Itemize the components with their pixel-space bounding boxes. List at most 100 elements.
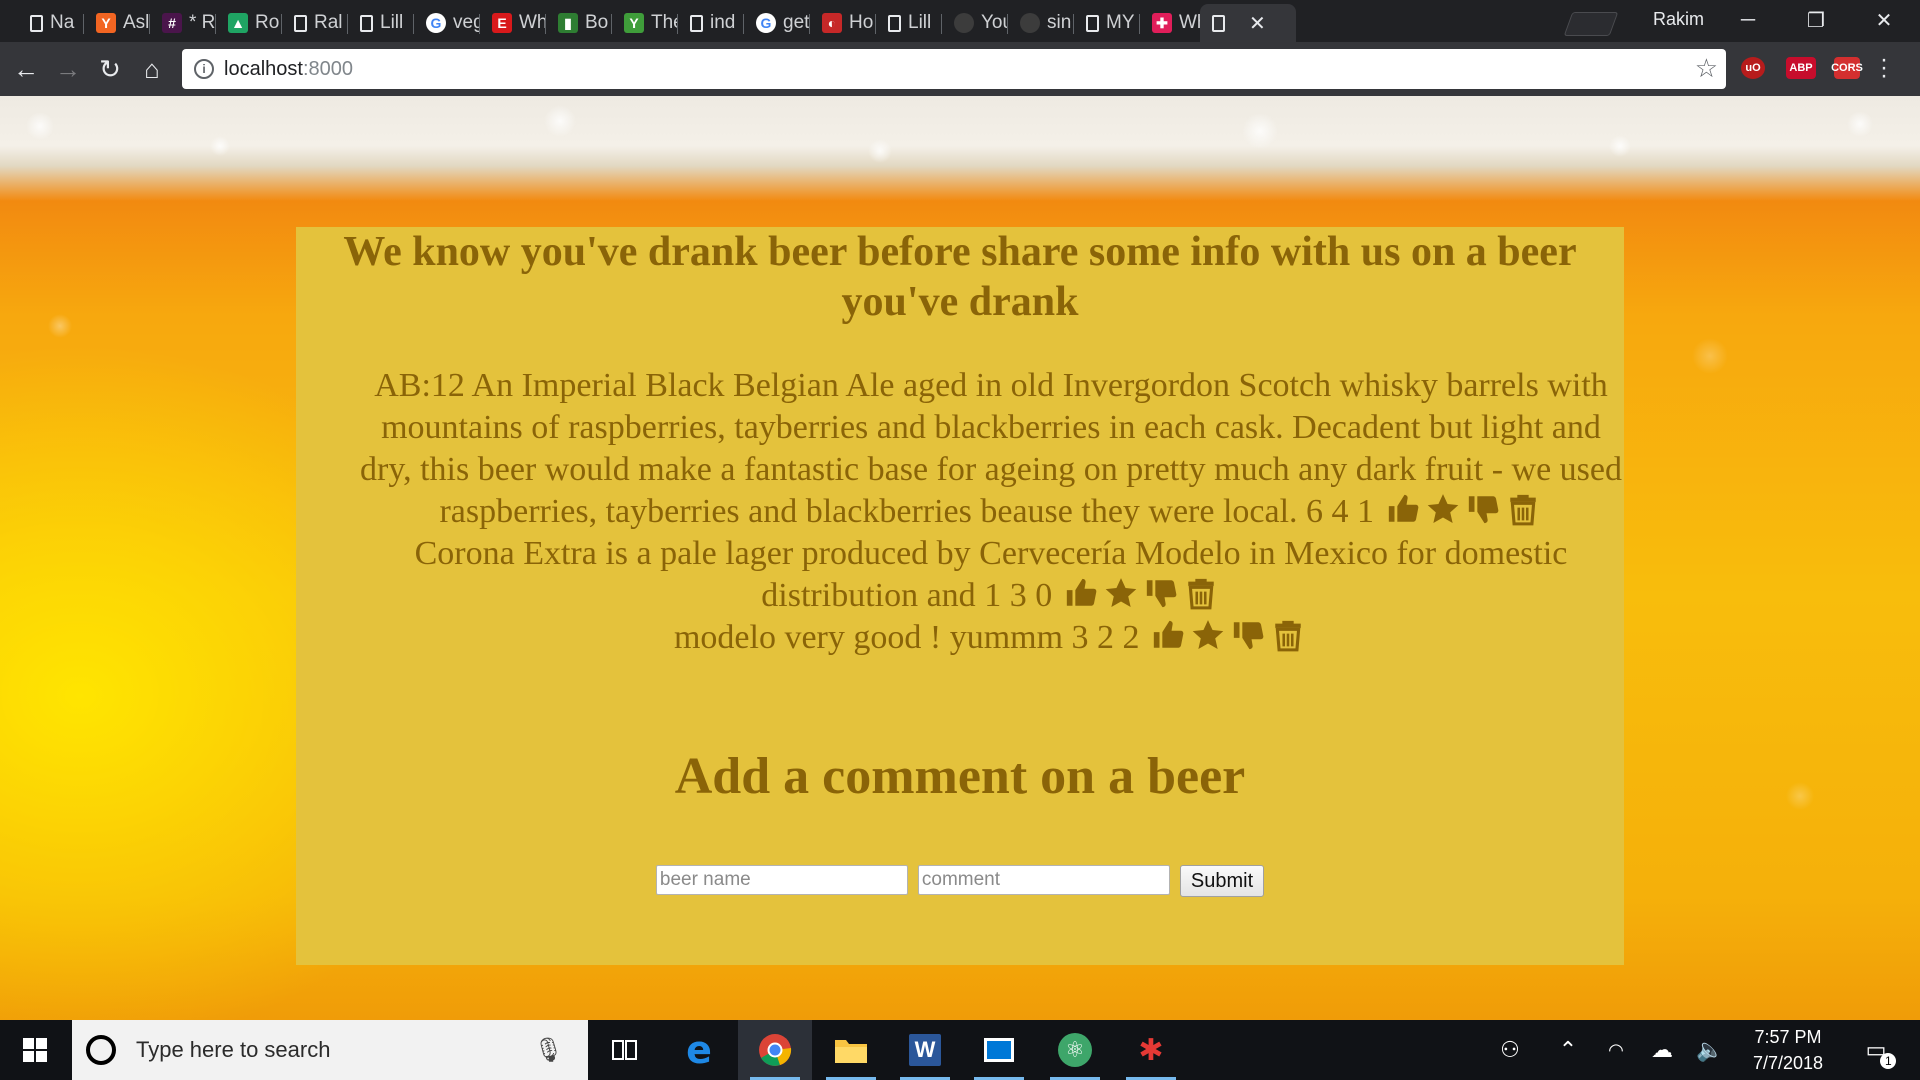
tab-title: Ho [849, 12, 874, 33]
store-icon [984, 1038, 1014, 1062]
tab-title: MY [1106, 12, 1135, 33]
browser-tab[interactable]: Lill [876, 4, 942, 42]
people-button[interactable]: ⚇ [1490, 1020, 1530, 1080]
minimize-button[interactable]: ─ [1718, 4, 1778, 36]
task-view-button[interactable] [588, 1020, 662, 1080]
comment-input[interactable] [917, 865, 1170, 895]
app-taskbar-button[interactable]: ✱ [1114, 1020, 1188, 1080]
forward-button[interactable]: → [50, 51, 86, 87]
restore-icon: ❐ [1807, 9, 1825, 32]
store-taskbar-button[interactable] [962, 1020, 1036, 1080]
browser-tab[interactable]: Ral [282, 4, 348, 42]
trash-icon[interactable] [1506, 492, 1540, 526]
atom-icon: ⚛ [1058, 1033, 1092, 1067]
taskbar: Type here to search 🎙 e W ⚛ ✱ ⚇ ⌃ ◠ ☁ 🔈 … [0, 1020, 1920, 1080]
document-icon [1212, 14, 1225, 32]
start-button[interactable] [0, 1020, 70, 1080]
tab-title: sin [1047, 12, 1072, 33]
chrome-menu-button[interactable]: · · · [1880, 48, 1888, 88]
close-tab-icon[interactable]: ✕ [1249, 11, 1266, 36]
trash-icon[interactable] [1184, 576, 1218, 610]
star-icon[interactable] [1104, 576, 1138, 610]
info-icon[interactable]: i [194, 59, 214, 79]
bottle-icon: ▮ [558, 13, 578, 33]
wifi-icon: ◠ [1608, 1039, 1624, 1060]
thumbs-up-icon[interactable] [1386, 492, 1420, 526]
extension-button[interactable]: ABP [1786, 57, 1816, 79]
profile-name[interactable]: Rakim [1653, 9, 1704, 30]
star-icon[interactable] [1191, 618, 1225, 652]
edge-taskbar-button[interactable]: e [662, 1020, 736, 1080]
browser-tab[interactable]: Y Asl [84, 4, 150, 42]
thumbs-up-icon[interactable] [1064, 576, 1098, 610]
url-port: :8000 [302, 57, 353, 80]
browser-tab[interactable]: You [942, 4, 1008, 42]
file-explorer-taskbar-button[interactable] [814, 1020, 888, 1080]
volume-button[interactable]: 🔈 [1692, 1020, 1728, 1080]
home-button[interactable]: ⌂ [134, 51, 170, 87]
network-button[interactable]: ◠ [1598, 1020, 1634, 1080]
trash-icon[interactable] [1271, 618, 1305, 652]
clock[interactable]: 7:57 PM 7/7/2018 [1738, 1024, 1838, 1076]
page-heading: We know you've drank beer before share s… [343, 229, 1577, 325]
beer-vote-counts: 3 2 2 [1071, 619, 1140, 656]
word-taskbar-button[interactable]: W [888, 1020, 962, 1080]
tab-title: veg [453, 12, 480, 33]
arrow-left-icon: ← [13, 53, 39, 84]
beer-name-input[interactable] [655, 865, 908, 895]
document-icon [1086, 14, 1099, 32]
notification-icon: ▭ 1 [1866, 1037, 1897, 1069]
bookmark-star-icon[interactable]: ☆ [1695, 53, 1718, 84]
reload-button[interactable]: ↻ [92, 51, 128, 87]
thumbs-up-icon[interactable] [1151, 618, 1185, 652]
tab-title: The [651, 12, 678, 33]
show-hidden-icons-button[interactable]: ⌃ [1550, 1020, 1586, 1080]
browser-tab[interactable]: ✕ [1200, 4, 1296, 42]
new-tab-button[interactable] [1563, 12, 1619, 36]
thumbs-down-icon[interactable] [1231, 618, 1265, 652]
browser-tab[interactable]: Y The [612, 4, 678, 42]
atom-taskbar-button[interactable]: ⚛ [1038, 1020, 1112, 1080]
e-brand-icon: E [492, 13, 512, 33]
extension-button[interactable]: CORS [1831, 57, 1863, 79]
browser-tab[interactable]: Gget [744, 4, 810, 42]
address-bar[interactable]: i localhost:8000 ☆ [182, 49, 1726, 89]
thumbs-down-icon[interactable] [1144, 576, 1178, 610]
document-icon [360, 14, 373, 32]
action-center-button[interactable]: ▭ 1 [1852, 1020, 1900, 1080]
browser-tab[interactable]: ind [678, 4, 744, 42]
back-button[interactable]: ← [8, 51, 44, 87]
browser-tab[interactable]: MY [1074, 4, 1140, 42]
chrome-taskbar-button[interactable] [738, 1020, 812, 1080]
browser-tab[interactable]: ▲ Ro [216, 4, 282, 42]
beer-vote-counts: 1 3 0 [984, 577, 1053, 614]
browser-tab[interactable]: ◐ Ho [810, 4, 876, 42]
beer-entry: modelo very good ! yummm 3 2 2 [358, 617, 1624, 659]
browser-tab[interactable]: Lill [348, 4, 414, 42]
cloud-icon: ☁ [1651, 1037, 1673, 1062]
microphone-icon[interactable]: 🎙 [534, 1036, 564, 1065]
chevron-up-icon: ⌃ [1558, 1037, 1578, 1062]
restore-button[interactable]: ❐ [1786, 4, 1846, 36]
browser-tab[interactable]: ▮ Bo [546, 4, 612, 42]
browser-tab[interactable]: # * R [150, 4, 216, 42]
browser-tab[interactable]: Gveg [414, 4, 480, 42]
ycombinator-icon: Y [96, 13, 116, 33]
star-icon[interactable] [1426, 492, 1460, 526]
browser-tab[interactable]: sin [1008, 4, 1074, 42]
browser-tab[interactable]: ✚ Wh [1140, 4, 1206, 42]
slack-icon: ✚ [1152, 13, 1172, 33]
close-window-button[interactable]: ✕ [1854, 4, 1914, 36]
submit-button[interactable]: Submit [1179, 865, 1265, 897]
onedrive-button[interactable]: ☁ [1642, 1020, 1682, 1080]
extension-button[interactable]: uO [1741, 57, 1765, 79]
red-creature-icon: ✱ [1138, 1033, 1164, 1067]
thumbs-down-icon[interactable] [1466, 492, 1500, 526]
content-panel: We know you've drank beer before share s… [296, 227, 1624, 965]
taskbar-search[interactable]: Type here to search 🎙 [72, 1020, 588, 1080]
search-placeholder: Type here to search [136, 1037, 331, 1062]
browser-tab[interactable]: Na [18, 4, 84, 42]
browser-tab[interactable]: E Wh [480, 4, 546, 42]
notification-count: 1 [1880, 1053, 1897, 1069]
windows-logo-icon [23, 1038, 47, 1062]
